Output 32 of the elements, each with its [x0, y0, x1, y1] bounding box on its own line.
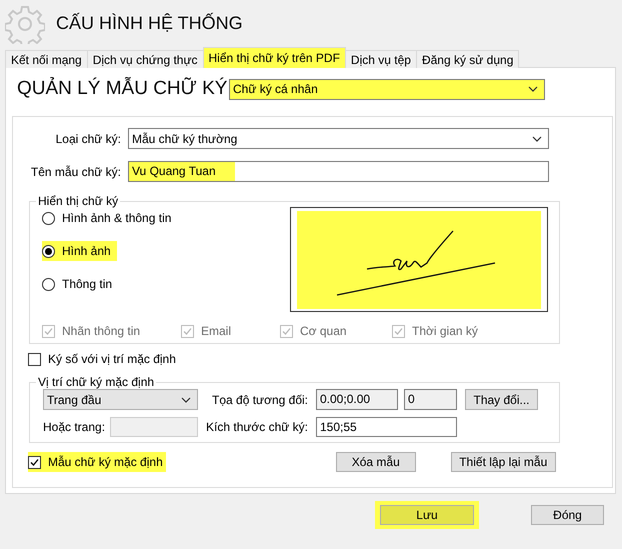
delete-template-button[interactable]: Xóa mẫu — [336, 452, 416, 472]
reset-template-button[interactable]: Thiết lập lại mẫu — [450, 452, 556, 472]
template-dropdown[interactable]: Chữ ký cá nhân — [229, 78, 545, 100]
close-button[interactable]: Đóng — [531, 505, 604, 525]
radio-option[interactable]: Hình ảnh — [42, 241, 117, 261]
group-title: Hiển thị chữ ký — [37, 194, 120, 208]
page-dropdown[interactable]: Trang đầu — [43, 389, 198, 410]
field-label: Loại chữ ký: — [54, 132, 121, 146]
tab[interactable]: Hiển thị chữ ký trên PDF — [202, 47, 346, 68]
input-field[interactable]: Vu Quang Tuan — [128, 161, 549, 182]
gear-icon — [5, 4, 45, 44]
input-field[interactable]: 0.00;0.00 — [316, 389, 398, 410]
field-label: Hoặc trang: — [43, 420, 106, 434]
field-label: Tên mẫu chữ ký: — [30, 164, 121, 178]
window-title: CẤU HÌNH HỆ THỐNG — [56, 13, 243, 34]
field-label: Kích thước chữ ký: — [205, 420, 308, 434]
signature-type-dropdown[interactable]: Mẫu chữ ký thường — [128, 128, 549, 149]
section-heading: QUẢN LÝ MẪU CHỮ KÝ — [17, 78, 228, 100]
input-field[interactable]: 150;55 — [316, 416, 457, 436]
checkbox[interactable]: Mẫu chữ ký mặc định — [28, 452, 166, 472]
tab[interactable]: Dịch vụ tệp — [344, 50, 417, 68]
group-title: Vị trí chữ ký mặc định — [37, 375, 156, 389]
radio-option[interactable]: Hình ảnh & thông tin — [42, 208, 178, 228]
input-field[interactable]: 0 — [404, 389, 457, 410]
tab[interactable]: Kết nối mạng — [5, 50, 88, 68]
save-button[interactable]: Lưu — [380, 505, 474, 525]
tab[interactable]: Đăng ký sử dụng — [416, 50, 520, 68]
change-button[interactable]: Thay đổi... — [465, 389, 538, 410]
tab[interactable]: Dịch vụ chứng thực — [86, 50, 204, 68]
checkbox[interactable]: Ký số với vị trí mặc định — [28, 349, 234, 369]
radio-option[interactable]: Thông tin — [42, 274, 118, 294]
field-label: Tọa độ tương đối: — [211, 392, 308, 406]
